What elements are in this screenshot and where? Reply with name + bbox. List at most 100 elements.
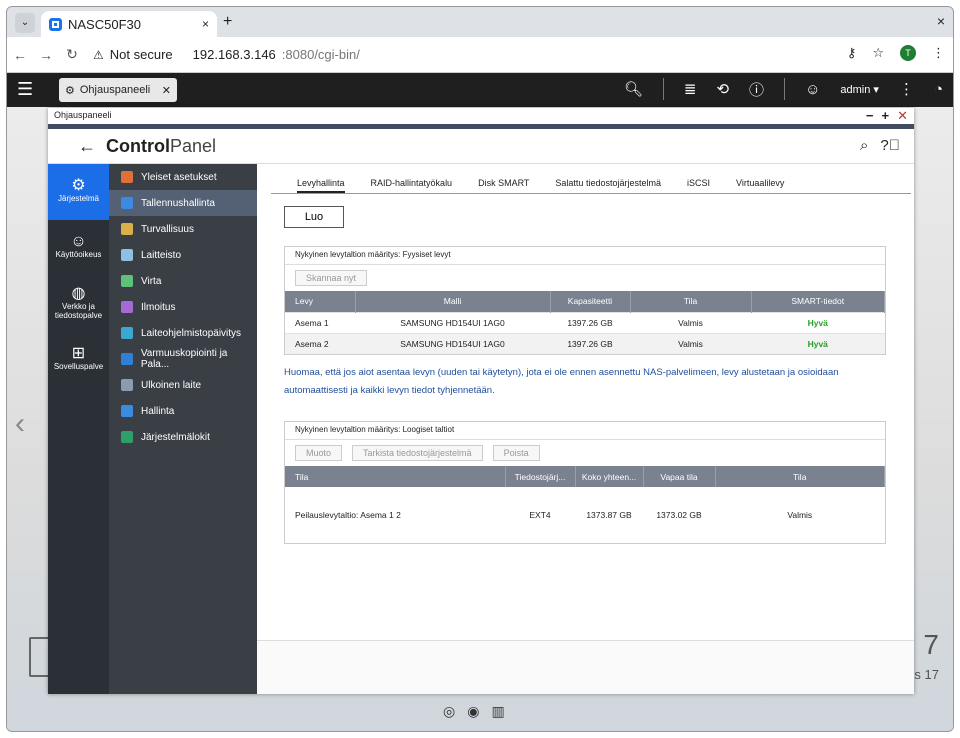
dock-app-icon[interactable]: ▥ <box>491 703 504 720</box>
menu-item[interactable]: Hallinta <box>109 398 257 424</box>
volume-action-button[interactable]: Tarkista tiedostojärjestelmä <box>352 445 483 461</box>
table-row[interactable]: Asema 2 SAMSUNG HD154UI 1AG0 1397.26 GB Val… <box>285 332 885 354</box>
column-header[interactable]: Tiedostojärj... <box>505 466 576 487</box>
storage-tab[interactable]: iSCSI <box>687 178 710 193</box>
table-row[interactable]: Asema 1 SAMSUNG HD154UI 1AG0 1397.26 GB Val… <box>285 311 885 333</box>
menu-item-label: Virta <box>141 275 162 287</box>
menu-item-icon <box>121 275 133 287</box>
tab-close-icon[interactable]: × <box>202 17 209 31</box>
back-arrow-icon[interactable]: ← <box>7 47 33 63</box>
menu-item[interactable]: Virta <box>109 268 257 294</box>
logical-volumes-table: Tila Tiedostojärj... Koko yhteen... Vapaa t… <box>285 466 885 543</box>
volume-action-button[interactable]: Muoto <box>295 445 343 461</box>
sync-icon[interactable]: ⟲ <box>716 80 729 98</box>
key-icon[interactable]: ⚷ <box>847 45 857 61</box>
storage-tab[interactable]: Salattu tiedostojärjestelmä <box>555 178 661 193</box>
forward-arrow-icon[interactable]: → <box>33 47 59 63</box>
column-header[interactable]: SMART-tiedot <box>751 291 885 312</box>
menu-item-label: Yleiset asetukset <box>141 171 217 183</box>
rail-item-network[interactable]: ◍ Verkko ja tiedostopalve <box>48 276 109 332</box>
rail-item-apps[interactable]: ⊞ Sovelluspalve <box>48 332 109 388</box>
browser-tab[interactable]: NASC50F30 × <box>41 11 217 37</box>
minimize-icon[interactable]: − <box>866 108 874 124</box>
menu-item[interactable]: Laiteohjelmistopäivitys <box>109 320 257 346</box>
menu-item[interactable]: Varmuuskopiointi ja Pala... <box>109 346 257 372</box>
search-icon[interactable]: 🔍︎ <box>624 80 643 98</box>
rail-item-system[interactable]: ⚙ Järjestelmä <box>48 164 109 220</box>
storage-tab[interactable]: RAID-hallintatyökalu <box>371 178 453 193</box>
menu-item-icon <box>121 197 133 209</box>
rail-label: Käyttöoikeus <box>55 250 102 259</box>
help-icon[interactable]: ?⃝ <box>880 137 900 154</box>
menu-item-icon <box>121 353 133 365</box>
reload-icon[interactable]: ↻ <box>59 46 85 63</box>
menu-item[interactable]: Turvallisuus <box>109 216 257 242</box>
window-close-button[interactable]: × <box>937 13 945 29</box>
menu-item[interactable]: Yleiset asetukset <box>109 164 257 190</box>
more-options-icon[interactable]: ⋮ <box>899 80 914 98</box>
menu-item-icon <box>121 301 133 313</box>
desktop-prev-arrow-icon[interactable]: ‹ <box>15 407 25 441</box>
app-title-bold: Control <box>106 135 170 156</box>
profile-avatar[interactable]: T <box>900 45 916 61</box>
nas-favicon-icon <box>49 17 62 31</box>
table-cell: 1373.87 GB <box>586 510 632 520</box>
column-header[interactable]: Tila <box>715 466 885 487</box>
column-header[interactable]: Koko yhteen... <box>575 466 644 487</box>
menu-item-label: Ilmoitus <box>141 301 176 313</box>
info-icon[interactable]: ⓘ <box>749 79 764 100</box>
column-header[interactable]: Levy <box>285 291 356 312</box>
table-cell: Asema 2 <box>285 332 355 354</box>
main-menu-icon[interactable]: ☰ <box>17 79 33 100</box>
volume-action-button[interactable]: Poista <box>492 445 540 461</box>
create-button[interactable]: Luo <box>284 206 344 228</box>
table-row[interactable]: Peilauslevytaltio: Asema 1 2 EXT4 1373.87 … <box>285 487 885 543</box>
dock-app-icon[interactable]: ◉ <box>467 703 479 720</box>
table-cell: Hyvä <box>751 311 885 333</box>
column-header[interactable]: Tila <box>285 466 506 487</box>
browser-menu-icon[interactable]: ⋮ <box>932 45 945 61</box>
menu-item[interactable]: Ilmoitus <box>109 294 257 320</box>
close-icon[interactable]: ✕ <box>897 108 908 124</box>
qts-tab-close-icon[interactable]: ✕ <box>162 84 171 97</box>
scan-now-button[interactable]: Skannaa nyt <box>295 270 368 286</box>
storage-tab[interactable]: Disk SMART <box>478 178 529 193</box>
column-header[interactable]: Vapaa tila <box>643 466 716 487</box>
dashboard-gauge-icon[interactable]: ◔ <box>934 81 943 98</box>
url-field[interactable]: ⚠ Not secure 192.168.3.146:8080/cgi-bin/ <box>93 47 360 62</box>
maximize-icon[interactable]: + <box>882 108 890 124</box>
column-header[interactable]: Tila <box>630 291 752 312</box>
dock-app-icon[interactable]: ◎ <box>443 703 455 720</box>
tasks-icon[interactable]: ≣ <box>684 80 697 98</box>
qts-tab-label: Ohjauspaneeli <box>79 84 151 96</box>
column-header[interactable]: Malli <box>355 291 551 312</box>
menu-item-label: Varmuuskopiointi ja Pala... <box>140 348 228 370</box>
rail-label: Järjestelmä <box>58 194 99 203</box>
menu-item-label: Laitteisto <box>141 249 182 261</box>
settings-menu: Yleiset asetukset Tallennushallinta Turval… <box>109 164 257 694</box>
column-header[interactable]: Kapasiteetti <box>550 291 631 312</box>
format-warning-text: Huomaa, että jos aiot asentaa levyn (uud… <box>284 367 839 396</box>
menu-item[interactable]: Laitteisto <box>109 242 257 268</box>
storage-tab[interactable]: Levyhallinta <box>297 178 345 193</box>
search-icon[interactable]: ⌕ <box>860 137 868 154</box>
storage-tabs: Levyhallinta RAID-hallintatyökalu Disk SMA… <box>271 178 911 194</box>
url-host: 192.168.3.146 <box>192 47 276 62</box>
window-title: Ohjauspaneeli <box>54 110 112 120</box>
menu-item[interactable]: Ulkoinen laite <box>109 372 257 398</box>
qts-tab-ohjauspaneeli[interactable]: ⚙ Ohjauspaneeli ✕ <box>59 78 177 102</box>
user-icon[interactable]: ☺ <box>805 81 820 98</box>
warning-icon: ⚠ <box>93 47 104 62</box>
menu-item-label: Turvallisuus <box>141 223 194 235</box>
menu-item-icon <box>121 379 133 391</box>
table-cell: 1397.26 GB <box>550 332 630 354</box>
back-arrow-icon[interactable]: ← <box>78 136 96 157</box>
tab-search-chevron-icon[interactable]: ⌄ <box>15 13 35 33</box>
storage-tab[interactable]: Virtuaalilevy <box>736 178 784 193</box>
menu-item[interactable]: Järjestelmälokit <box>109 424 257 450</box>
user-menu[interactable]: admin ▾ <box>840 83 879 96</box>
new-tab-button[interactable]: + <box>223 13 232 31</box>
rail-item-privileges[interactable]: ☺ Käyttöoikeus <box>48 220 109 276</box>
bookmark-star-icon[interactable]: ☆ <box>872 45 884 61</box>
menu-item[interactable]: Tallennushallinta <box>109 190 257 216</box>
